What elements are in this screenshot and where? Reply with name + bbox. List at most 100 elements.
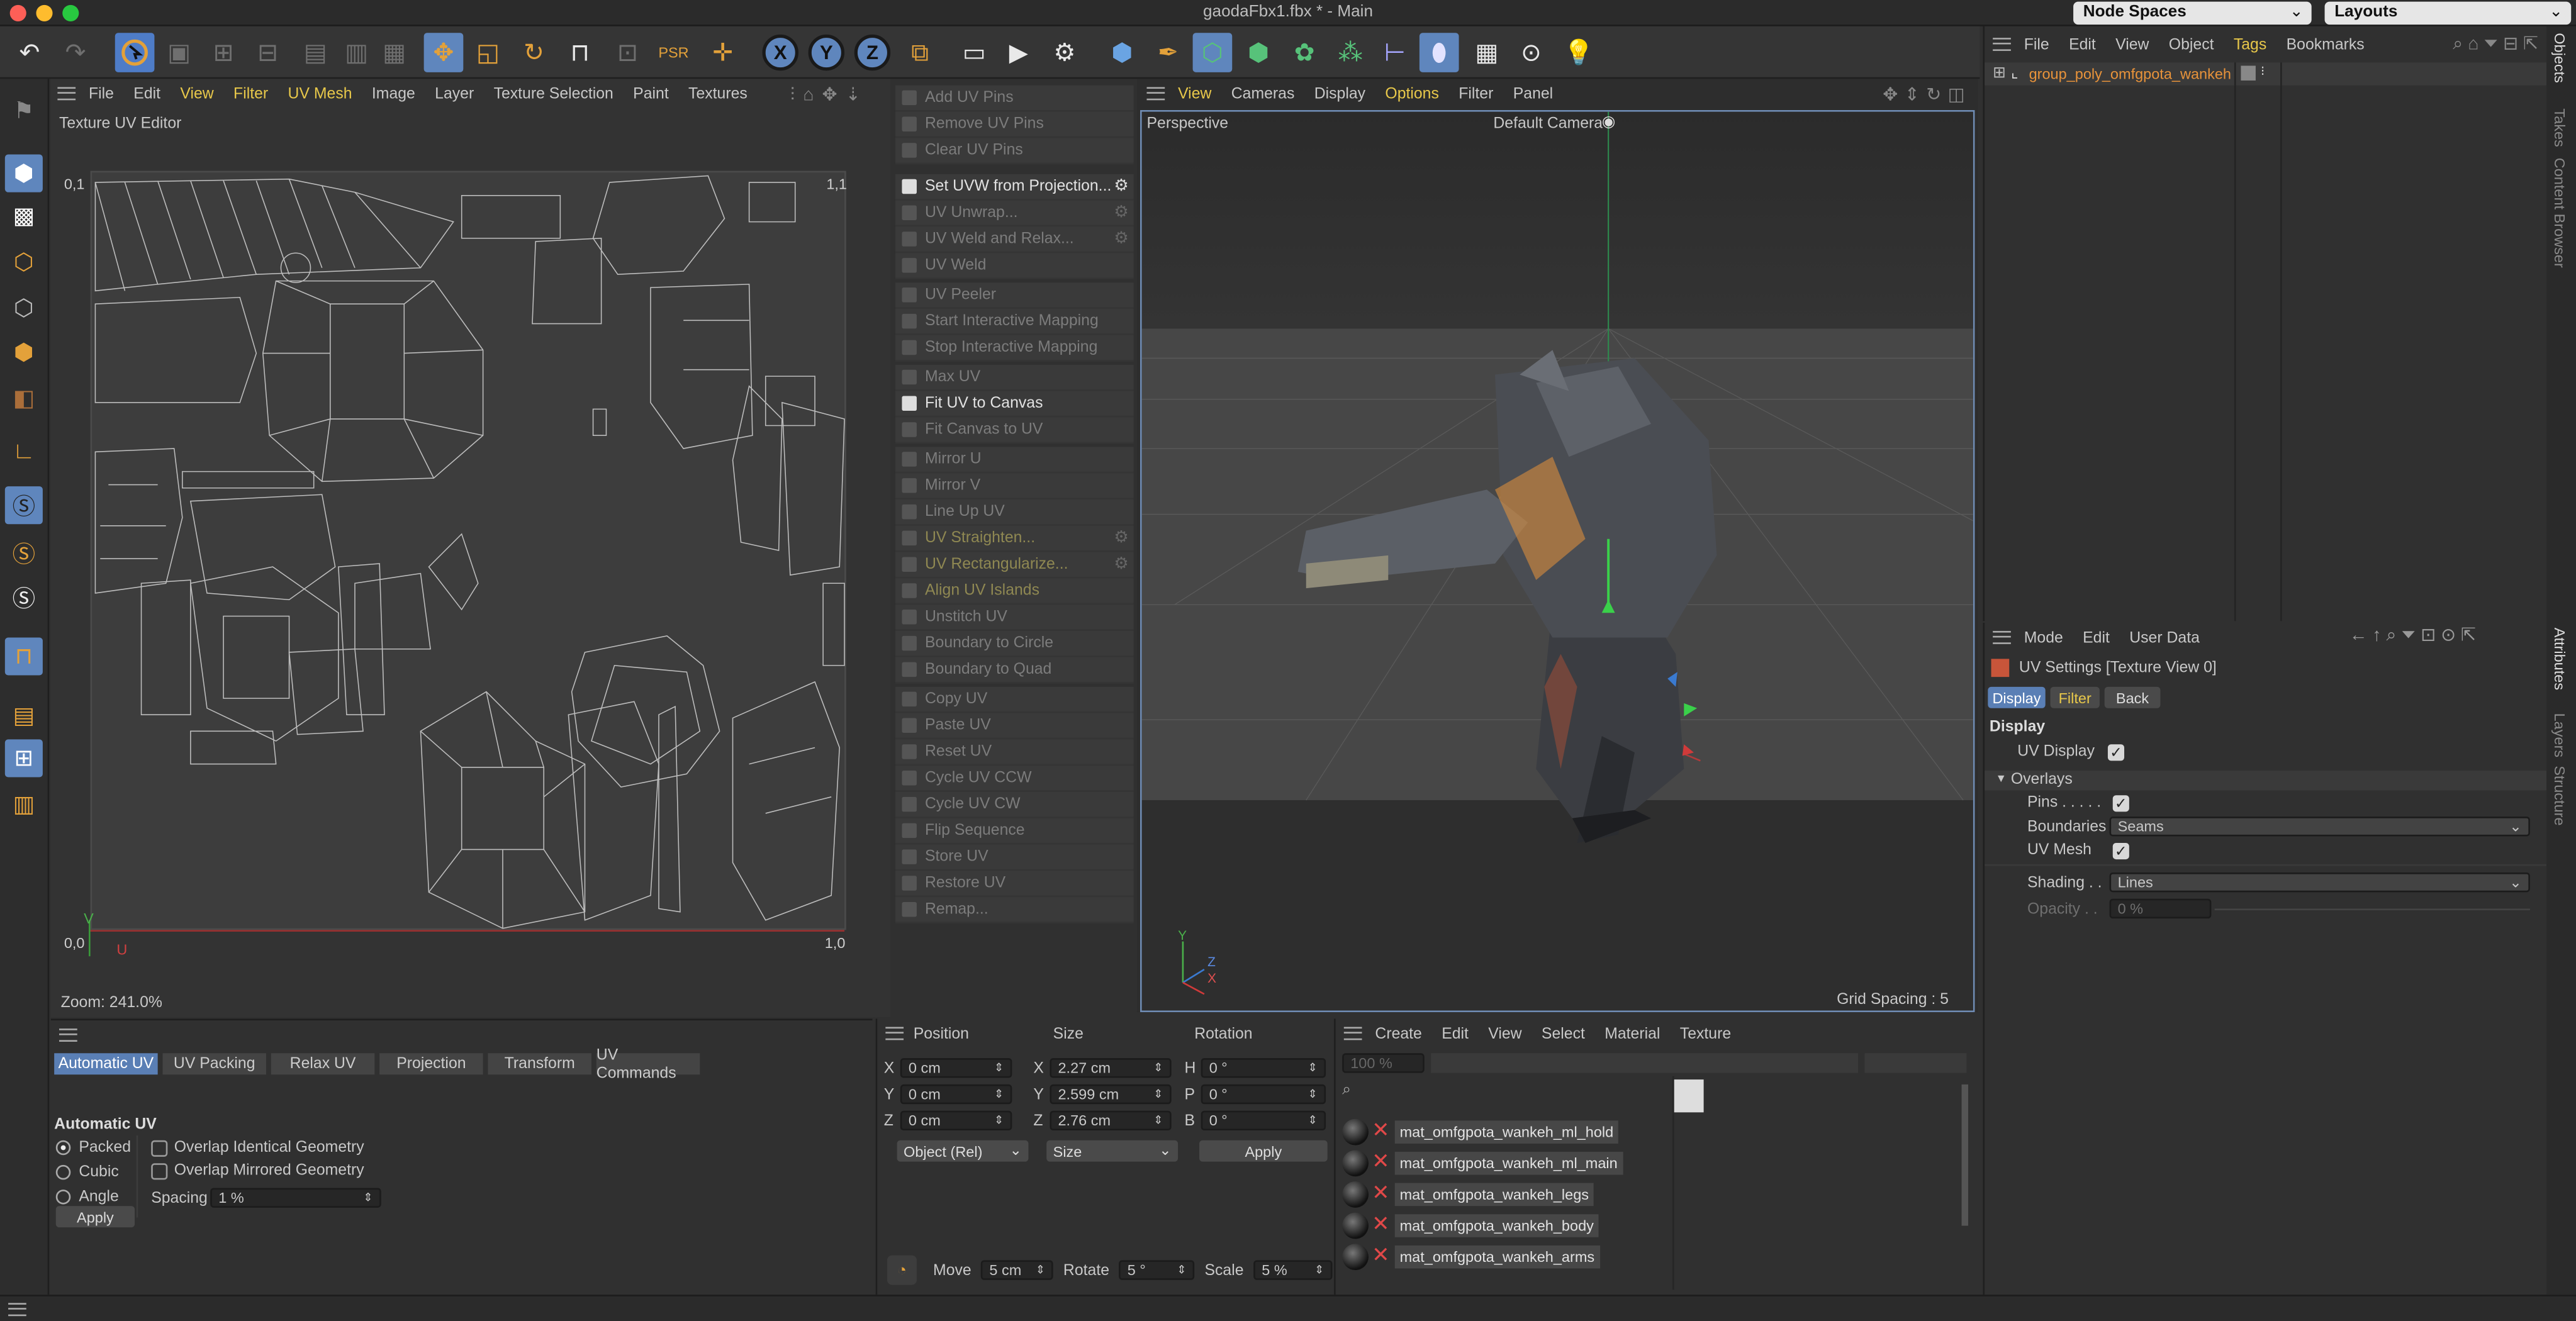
disabled-icon[interactable]: ⊟ (248, 33, 288, 72)
size-mode-dropdown[interactable]: Size ⌄ (1046, 1140, 1179, 1162)
edges-mode-icon[interactable]: ⬡ (5, 289, 43, 327)
camera-icon[interactable]: ◉ (1602, 113, 1616, 131)
command-item[interactable]: Set UVW from Projection... ⚙ (895, 174, 1134, 201)
stepper-icon[interactable]: ⇕ (1308, 1061, 1318, 1074)
stepper-icon[interactable]: ⇕ (994, 1088, 1004, 1101)
redo-icon[interactable]: ↷ (56, 33, 96, 72)
spacing-field[interactable]: 1 % ⇕ (210, 1188, 381, 1208)
3d-viewport[interactable]: Perspective Default Camera ◉ Grid Spacin… (1140, 110, 1975, 1012)
menu-view[interactable]: View (180, 85, 213, 103)
coord-mode-dropdown[interactable]: Object (Rel) ⌄ (897, 1140, 1029, 1162)
pins-checkbox[interactable]: ✓ (2112, 794, 2129, 811)
object-name[interactable]: group_poly_omfgpota_wankeh (2029, 65, 2231, 82)
move-field[interactable]: 5 cm ⇕ (981, 1260, 1054, 1280)
menu-filter[interactable]: Filter (233, 85, 268, 103)
camera-icon[interactable]: ⊙ (1511, 33, 1551, 72)
shading-dropdown[interactable]: Lines ⌄ (2109, 872, 2530, 893)
menu-tags[interactable]: Tags (2234, 35, 2266, 53)
field-icon[interactable]: ⬮ (1419, 33, 1459, 72)
render-icon[interactable]: ▶ (999, 33, 1038, 72)
tab-display[interactable]: Display (1988, 686, 2046, 708)
material-preview-icon[interactable] (1342, 1212, 1369, 1239)
command-item[interactable]: Boundary to Quad (895, 657, 1134, 684)
y-axis-icon[interactable]: Y (807, 33, 846, 72)
menu-display[interactable]: Display (1314, 85, 1365, 103)
menu-icon[interactable] (8, 1303, 26, 1317)
command-item[interactable]: UV Straighten... ⚙ (895, 526, 1134, 552)
size-field[interactable]: 2.27 cm ⇕ (1050, 1058, 1172, 1078)
live-selection-icon[interactable] (115, 33, 155, 72)
material-header-icon[interactable]: ⌕ (1342, 1081, 1351, 1100)
tab-automatic-uv[interactable]: Automatic UV (54, 1053, 158, 1075)
command-item[interactable]: UV Unwrap... ⚙ (895, 201, 1134, 227)
snap-s-icon[interactable]: Ⓢ (4, 486, 43, 525)
gear-icon[interactable]: ⚙ (1114, 529, 1128, 547)
stepper-icon[interactable]: ⇕ (1308, 1114, 1318, 1127)
stepper-icon[interactable]: ⇕ (1036, 1264, 1045, 1276)
side-tab-structure[interactable]: Structure (2551, 766, 2568, 825)
side-tab-takes[interactable]: Takes (2551, 108, 2568, 147)
axis-icon[interactable]: ✛ (703, 33, 743, 72)
coordinate-system-icon[interactable]: ⧉ (900, 33, 940, 72)
expand-icon[interactable]: ⊞ (1993, 64, 2006, 82)
menu-icon[interactable] (1343, 1027, 1362, 1040)
material-name[interactable]: mat_omfgpota_wankeh_ml_main (1394, 1152, 1623, 1175)
step-settings-icon[interactable]: ◔ (887, 1255, 917, 1285)
material-name[interactable]: mat_omfgpota_wankeh_ml_hold (1394, 1120, 1619, 1144)
polygons-mode-icon[interactable]: ⬢ (5, 333, 43, 371)
stepper-icon[interactable]: ⇕ (363, 1191, 372, 1204)
menu-select[interactable]: Select (1542, 1025, 1585, 1043)
collapse-icon[interactable]: ▾ (1998, 771, 2004, 786)
visibility-icon[interactable] (2241, 65, 2256, 81)
command-item[interactable]: Boundary to Circle (895, 631, 1134, 657)
gear-icon[interactable]: ⚙ (1114, 177, 1128, 196)
command-item[interactable]: Align UV Islands (895, 578, 1134, 605)
size-field[interactable]: 2.76 cm ⇕ (1050, 1110, 1172, 1131)
uv-mode-icon[interactable]: ◧ (5, 379, 43, 417)
extrude-icon[interactable]: ⬢ (1239, 33, 1279, 72)
objects-tool-icons[interactable]: ⌕⌂⏷⊟⇱ (2453, 33, 2543, 56)
tool-icon[interactable]: ⚑ (5, 92, 43, 130)
material-preview-icon[interactable] (1342, 1244, 1369, 1271)
material-slider[interactable] (1431, 1053, 1859, 1073)
lock-workplane-icon[interactable]: ⊞ (4, 739, 43, 778)
command-item[interactable]: Copy UV (895, 687, 1134, 713)
command-item[interactable]: Add UV Pins (895, 86, 1134, 112)
overlays-group[interactable]: ▾ Overlays (1985, 771, 2548, 791)
material-name[interactable]: mat_omfgpota_wankeh_body (1394, 1214, 1599, 1237)
command-item[interactable]: Cycle UV CW (895, 792, 1134, 818)
rotate-field[interactable]: 5 ° ⇕ (1119, 1260, 1195, 1280)
subdivision-icon[interactable]: ⬡ (1192, 33, 1233, 72)
disabled-icon[interactable]: ▣ (159, 33, 199, 72)
material-name[interactable]: mat_omfgpota_wankeh_legs (1394, 1183, 1594, 1207)
disabled-icon[interactable]: ▥ (337, 33, 376, 72)
menu-texture[interactable]: Texture (1680, 1025, 1731, 1043)
menu-icon[interactable] (1146, 87, 1165, 101)
coord-apply-button[interactable]: Apply (1199, 1140, 1328, 1162)
snap-s2-icon[interactable]: Ⓢ (5, 534, 43, 572)
tab-transform[interactable]: Transform (488, 1053, 591, 1075)
material-filter-dropdown[interactable] (1864, 1053, 1967, 1073)
menu-icon[interactable] (57, 87, 76, 101)
boundaries-dropdown[interactable]: Seams ⌄ (2109, 817, 2530, 837)
menu-texture-selection[interactable]: Texture Selection (494, 85, 613, 103)
x-axis-icon[interactable]: X (761, 33, 800, 72)
magnet-icon[interactable]: ⊓ (560, 33, 600, 72)
command-item[interactable]: Clear UV Pins (895, 138, 1134, 165)
stepper-icon[interactable]: ⇕ (1153, 1061, 1163, 1074)
mograph-icon[interactable]: ⁂ (1331, 33, 1370, 72)
command-item[interactable]: Store UV (895, 845, 1134, 871)
menu-icon[interactable] (1993, 38, 2011, 51)
uv-manager-menu[interactable] (59, 1028, 91, 1042)
command-item[interactable]: Mirror U (895, 447, 1134, 474)
material-row[interactable]: ✕ mat_omfgpota_wankeh_arms (1339, 1242, 1963, 1271)
material-preview-icon[interactable] (1342, 1118, 1369, 1145)
disabled-icon[interactable]: ⊞ (204, 33, 244, 72)
overlap-mirrored-row[interactable]: Overlap Mirrored Geometry (151, 1162, 364, 1179)
radio-packed[interactable]: Packed (55, 1139, 131, 1157)
menu-options[interactable]: Options (1385, 85, 1439, 103)
scale-field[interactable]: 5 % ⇕ (1253, 1260, 1333, 1280)
menu-view[interactable]: View (1488, 1025, 1521, 1043)
magnet-tool-icon[interactable]: ⊓ (4, 637, 43, 676)
menu-panel[interactable]: Panel (1513, 85, 1553, 103)
